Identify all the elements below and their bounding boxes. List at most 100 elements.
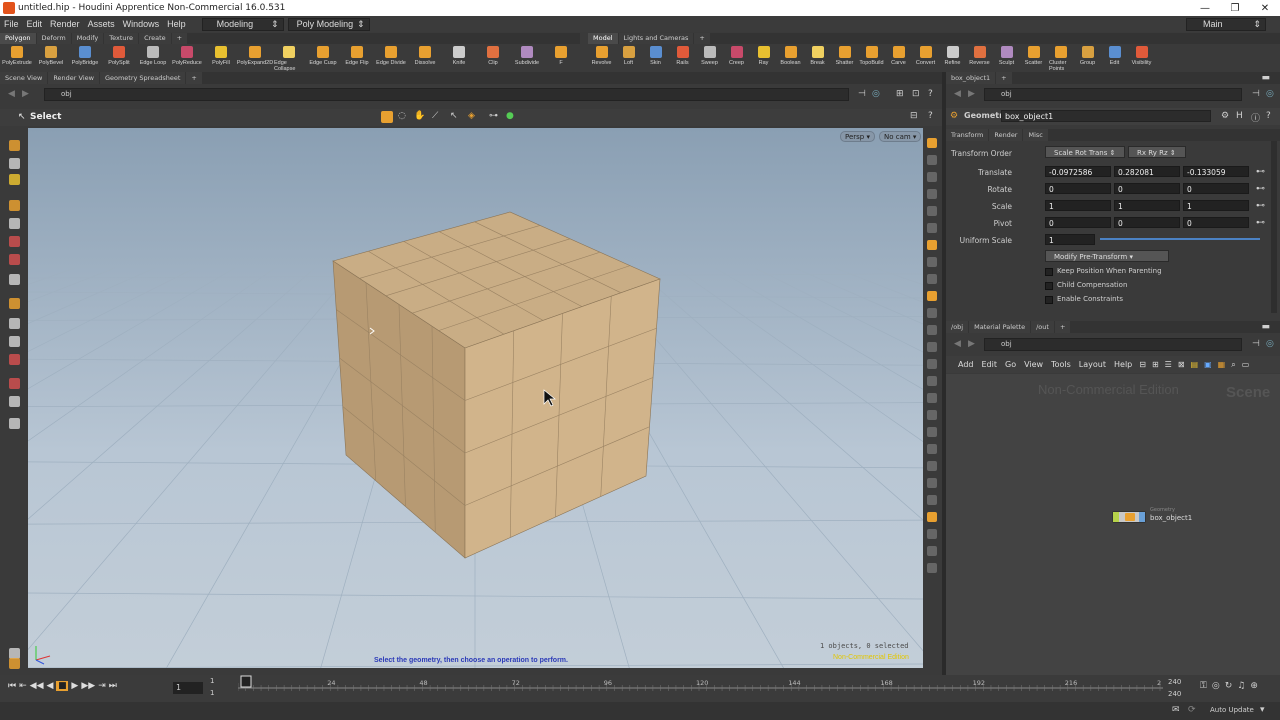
shelf-tool-sweep[interactable]: Sweep: [698, 44, 721, 72]
net-menu-add[interactable]: Add: [946, 360, 978, 369]
add-param-tab-button[interactable]: +: [996, 72, 1012, 84]
enable-constraints-checkbox[interactable]: [1045, 296, 1053, 304]
param-back-icon[interactable]: ◀: [954, 89, 961, 99]
timeline-ruler[interactable]: 1244872961201441681922162: [237, 675, 1163, 702]
pivot-y-field[interactable]: 0: [1114, 217, 1180, 228]
pin-icon[interactable]: ⊣: [858, 89, 866, 99]
uniform-scale-slider[interactable]: [1100, 238, 1260, 240]
net-menu-help[interactable]: Help: [1110, 360, 1136, 369]
node-name-field[interactable]: box_object1: [1001, 110, 1211, 122]
net-forward-icon[interactable]: ▶: [968, 339, 975, 349]
left-tool-13-icon[interactable]: [9, 396, 20, 407]
shelf-tab-lights-cameras[interactable]: Lights and Cameras: [618, 33, 694, 44]
net-pin-icon[interactable]: ⊣: [1252, 339, 1260, 349]
subtab-misc[interactable]: Misc: [1023, 129, 1048, 141]
step-forward-key-icon[interactable]: ⇥: [98, 681, 106, 691]
net-back-icon[interactable]: ◀: [954, 339, 961, 349]
select-objects-icon[interactable]: ◈: [468, 111, 475, 121]
rotation-order-menu[interactable]: Rx Ry Rz ⇕: [1128, 146, 1186, 158]
menu-windows[interactable]: Windows: [119, 19, 164, 29]
minimize-button[interactable]: —: [1190, 3, 1220, 14]
scale-z-field[interactable]: 1: [1183, 200, 1249, 211]
left-tool-4-icon[interactable]: [9, 218, 20, 229]
info-icon[interactable]: ⓘ: [1251, 111, 1260, 124]
shelf-tool-clip[interactable]: Clip: [478, 44, 508, 72]
sticky-note-icon[interactable]: ▤: [1188, 360, 1202, 369]
viewport-canvas[interactable]: [28, 128, 923, 668]
display-option-19-icon[interactable]: [927, 461, 937, 471]
shelf-tool-boolean[interactable]: Boolean: [779, 44, 802, 72]
update-mode-icon[interactable]: ⟳: [1188, 705, 1196, 715]
translate-x-field[interactable]: -0.0972586: [1045, 166, 1111, 177]
tab-out[interactable]: /out: [1031, 321, 1054, 333]
net-menu-layout[interactable]: Layout: [1075, 360, 1110, 369]
child-compensation-checkbox[interactable]: [1045, 282, 1053, 290]
left-tool-8-icon[interactable]: [9, 298, 20, 309]
shelf-tool-polyextrude[interactable]: PolyExtrude: [2, 44, 32, 72]
viewer-help-icon[interactable]: ?: [928, 111, 933, 121]
param-link-icon[interactable]: ◎: [1266, 89, 1274, 99]
step-back-icon[interactable]: ◀◀: [30, 681, 44, 691]
left-tool-10-icon[interactable]: [9, 336, 20, 347]
current-frame-field[interactable]: 1: [173, 682, 203, 694]
channel-pivot-icon[interactable]: ⊷: [1256, 218, 1265, 228]
translate-y-field[interactable]: 0.282081: [1114, 166, 1180, 177]
tab-obj[interactable]: /obj: [946, 321, 969, 333]
net-link-icon[interactable]: ◎: [1266, 339, 1274, 349]
end-frame-field[interactable]: 240: [1168, 678, 1181, 686]
tab-box-object1[interactable]: box_object1: [946, 72, 996, 84]
uniform-scale-field[interactable]: 1: [1045, 234, 1095, 245]
param-scrollbar[interactable]: [1271, 141, 1277, 313]
left-tool-6-icon[interactable]: [9, 254, 20, 265]
channel-translate-icon[interactable]: ⊷: [1256, 167, 1265, 177]
link-icon[interactable]: ◎: [872, 89, 880, 99]
step-forward-icon[interactable]: ▶▶: [81, 681, 95, 691]
display-option-12-icon[interactable]: [927, 342, 937, 352]
workspace-dropdown[interactable]: Main ⇕: [1186, 17, 1266, 31]
timeline-track[interactable]: 1244872961201441681922162: [237, 675, 1163, 702]
left-tool-2-icon[interactable]: [9, 174, 20, 185]
search-icon[interactable]: ⌕: [1228, 360, 1238, 370]
transform-order-menu[interactable]: Scale Rot Trans ⇕: [1045, 146, 1125, 158]
no-cam-menu[interactable]: No cam ▾: [879, 131, 922, 142]
menu-edit[interactable]: Edit: [23, 19, 47, 29]
current-frame-marker[interactable]: [240, 675, 252, 688]
param-pin-icon[interactable]: ⊣: [1252, 89, 1260, 99]
translate-z-field[interactable]: -0.133059: [1183, 166, 1249, 177]
tab-render-view[interactable]: Render View: [48, 72, 99, 84]
display-option-23-icon[interactable]: [927, 529, 937, 539]
loop-icon[interactable]: ↻: [1225, 681, 1233, 691]
rotate-x-field[interactable]: 0: [1045, 183, 1111, 194]
cook-icon[interactable]: ▾: [1260, 705, 1265, 715]
left-tool-9-icon[interactable]: [9, 318, 20, 329]
tab-material-palette[interactable]: Material Palette: [969, 321, 1031, 333]
context-dropdown[interactable]: Poly Modeling ⇕: [287, 17, 370, 31]
shelf-tool-shatter[interactable]: Shatter: [833, 44, 856, 72]
left-tool-3-icon[interactable]: [9, 200, 20, 211]
realtime-icon[interactable]: ◎: [1212, 681, 1220, 691]
left-tool-1-icon[interactable]: [9, 158, 20, 169]
menu-help[interactable]: Help: [163, 19, 190, 29]
left-tool-12-icon[interactable]: [9, 378, 20, 389]
jump-start-icon[interactable]: ⏮: [8, 681, 16, 691]
left-tool-5-icon[interactable]: [9, 236, 20, 247]
shelf-tab-texture[interactable]: Texture: [104, 33, 139, 44]
shelf-tab-polygon[interactable]: Polygon: [0, 33, 36, 44]
help-icon[interactable]: ?: [928, 89, 933, 99]
shelf-tool-polybevel[interactable]: PolyBevel: [36, 44, 66, 72]
audio-icon[interactable]: ♫: [1237, 681, 1245, 691]
shelf-tool-f[interactable]: F: [546, 44, 576, 72]
forward-arrow-icon[interactable]: ▶: [22, 89, 29, 99]
param-path-field[interactable]: obj: [984, 88, 1242, 101]
left-tool-14-icon[interactable]: [9, 418, 20, 429]
shelf-tool-topobuild[interactable]: TopoBuild: [859, 44, 884, 72]
menu-assets[interactable]: Assets: [84, 19, 119, 29]
shelf-tool-carve[interactable]: Carve: [887, 44, 910, 72]
display-option-22-icon[interactable]: [927, 512, 937, 522]
display-option-13-icon[interactable]: [927, 359, 937, 369]
viewer-path-field[interactable]: obj: [44, 88, 849, 101]
brush-select-icon[interactable]: ✋: [414, 111, 425, 121]
network-path-field[interactable]: obj: [984, 338, 1242, 351]
keep-position-checkbox[interactable]: [1045, 268, 1053, 276]
secure-selection-icon[interactable]: ●: [506, 111, 514, 121]
